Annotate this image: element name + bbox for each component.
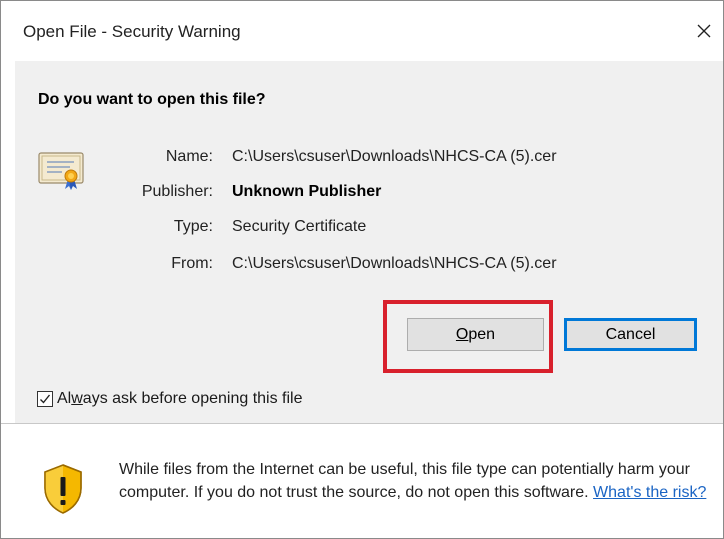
- publisher-label: Publisher:: [141, 183, 213, 200]
- file-name-value: C:\Users\csuser\Downloads\NHCS-CA (5).ce…: [232, 148, 557, 165]
- open-button[interactable]: Open: [407, 318, 544, 351]
- open-accelerator: O: [455, 326, 469, 343]
- name-label: Name:: [165, 148, 213, 165]
- checkbox-box[interactable]: [37, 391, 53, 407]
- close-icon: [697, 24, 711, 38]
- warning-message: While files from the Internet can be use…: [119, 458, 709, 504]
- open-label: pen: [468, 326, 496, 343]
- security-shield-icon: [44, 464, 82, 514]
- window-title: Open File - Security Warning: [23, 22, 241, 41]
- title-bar: Open File - Security Warning: [1, 1, 723, 61]
- type-value: Security Certificate: [232, 218, 367, 235]
- close-button[interactable]: [689, 15, 719, 47]
- from-label: From:: [171, 255, 213, 272]
- security-warning-dialog: Open File - Security Warning Do you want…: [0, 0, 724, 539]
- checkmark-icon: [40, 394, 51, 404]
- cancel-button[interactable]: Cancel: [564, 318, 697, 351]
- prompt-question: Do you want to open this file?: [38, 91, 266, 108]
- type-label: Type:: [173, 218, 213, 235]
- whats-the-risk-link[interactable]: What's the risk?: [593, 484, 706, 501]
- from-value: C:\Users\csuser\Downloads\NHCS-CA (5).ce…: [232, 255, 557, 272]
- warning-footer: While files from the Internet can be use…: [15, 424, 723, 538]
- always-ask-checkbox[interactable]: Always ask before opening this file: [37, 389, 302, 409]
- file-info-panel: Do you want to open this file? Name: C:\…: [15, 61, 723, 423]
- always-ask-label: Always ask before opening this file: [57, 390, 303, 407]
- publisher-value: Unknown Publisher: [232, 183, 382, 200]
